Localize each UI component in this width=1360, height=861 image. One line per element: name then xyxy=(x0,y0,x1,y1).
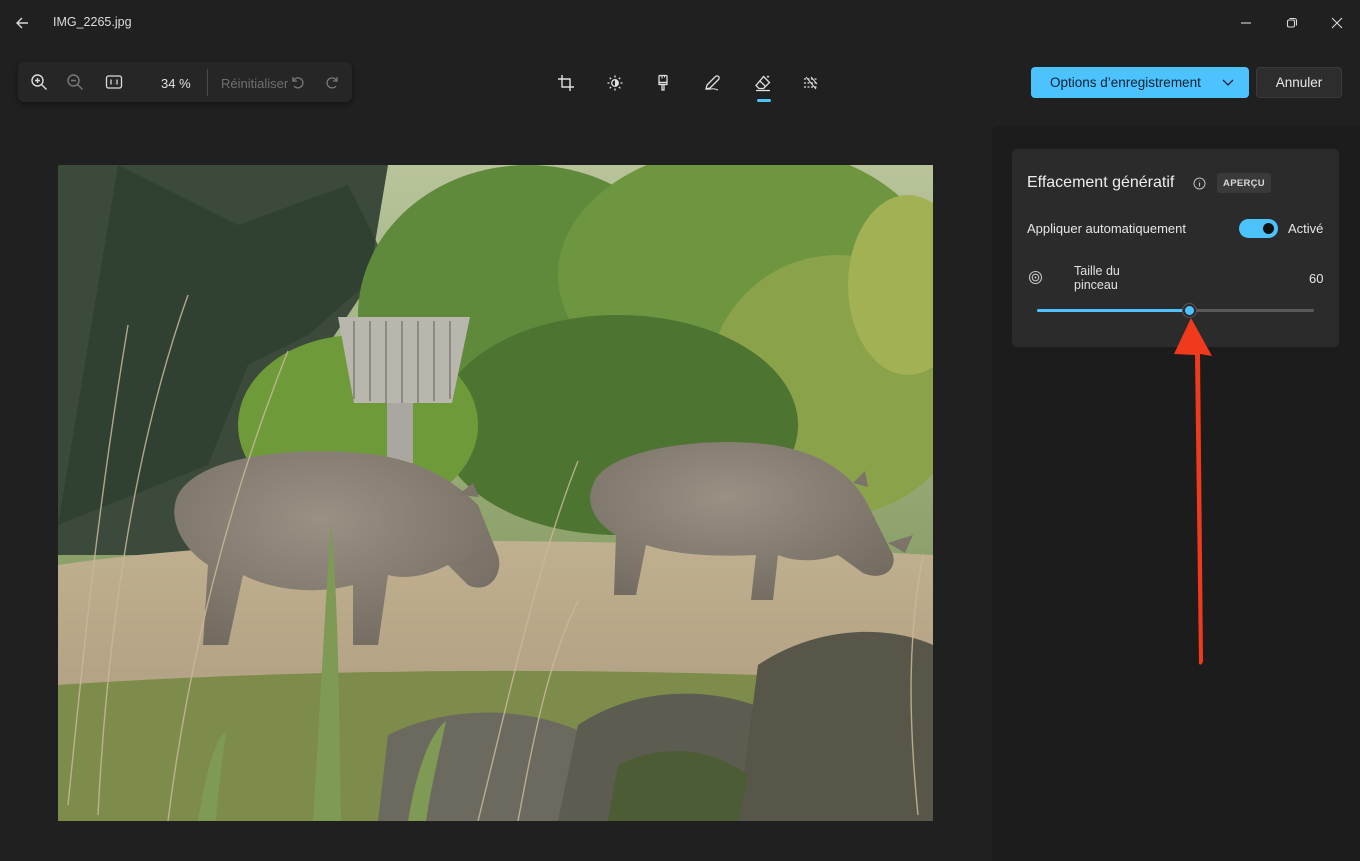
reset-button[interactable]: Réinitialiser xyxy=(221,76,288,91)
generative-erase-icon[interactable] xyxy=(752,72,774,94)
zoom-level[interactable]: 34 % xyxy=(161,76,191,91)
auto-apply-state: Activé xyxy=(1288,221,1324,236)
file-name: IMG_2265.jpg xyxy=(53,15,132,29)
rhino-photo xyxy=(58,165,933,821)
brush-size-value: 60 xyxy=(1309,271,1324,286)
background-blur-icon[interactable] xyxy=(800,72,822,94)
actual-size-icon[interactable] xyxy=(103,72,125,92)
redo-icon[interactable] xyxy=(322,72,344,92)
undo-icon[interactable] xyxy=(286,72,308,92)
brush-size-slider-thumb[interactable] xyxy=(1182,303,1197,318)
annotation-arrow xyxy=(1174,318,1212,665)
brush-size-slider-fill xyxy=(1037,309,1189,312)
info-icon[interactable] xyxy=(1193,177,1206,190)
save-options-button[interactable]: Options d’enregistrement xyxy=(1031,67,1249,98)
toggle-knob xyxy=(1263,223,1274,234)
save-options-label: Options d’enregistrement xyxy=(1050,75,1201,90)
cancel-button[interactable]: Annuler xyxy=(1256,67,1342,98)
crop-icon[interactable] xyxy=(555,72,577,94)
minimize-icon[interactable] xyxy=(1233,10,1259,36)
chevron-down-icon[interactable] xyxy=(1221,75,1235,89)
restore-icon[interactable] xyxy=(1279,10,1305,36)
active-tool-indicator xyxy=(757,99,771,102)
photo-canvas[interactable] xyxy=(58,165,933,821)
markup-pen-icon[interactable] xyxy=(701,72,723,94)
back-arrow-icon[interactable] xyxy=(12,12,34,34)
panel-title: Effacement génératif xyxy=(1027,174,1175,191)
brush-size-label: Taille du pinceau xyxy=(1074,264,1120,292)
zoom-in-icon[interactable] xyxy=(28,72,50,92)
preview-badge: APERÇU xyxy=(1217,173,1271,193)
title-bar: IMG_2265.jpg xyxy=(0,0,1360,46)
auto-apply-toggle[interactable] xyxy=(1239,219,1278,238)
brush-size-icon xyxy=(1028,270,1043,285)
brightness-icon[interactable] xyxy=(604,72,626,94)
brush-size-slider[interactable] xyxy=(1037,309,1314,312)
close-icon[interactable] xyxy=(1324,10,1350,36)
zoom-toolbar: 34 % Réinitialiser xyxy=(18,62,352,102)
slider-thumb-dot xyxy=(1185,306,1194,315)
toolbar-divider xyxy=(207,69,208,96)
zoom-out-icon[interactable] xyxy=(64,72,86,92)
filter-icon[interactable] xyxy=(652,72,674,94)
auto-apply-label: Appliquer automatiquement xyxy=(1027,221,1186,236)
